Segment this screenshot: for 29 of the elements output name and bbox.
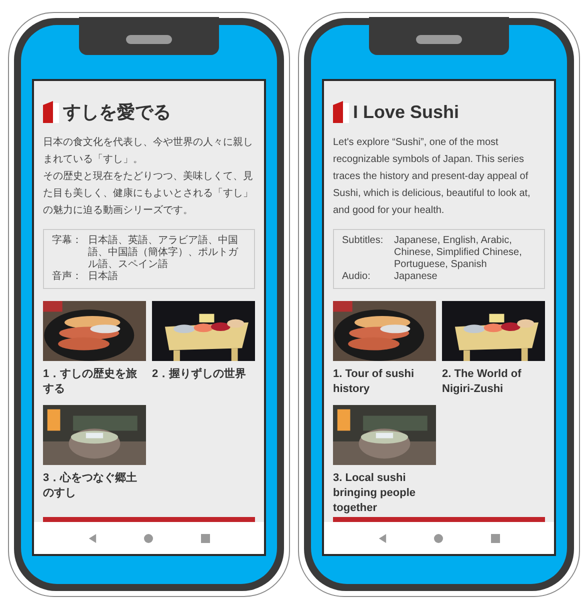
speaker-icon — [416, 34, 462, 44]
video-link[interactable]: 3．心をつなぐ郷土のすし — [43, 470, 146, 500]
speaker-icon — [126, 34, 172, 44]
recents-icon[interactable] — [491, 534, 500, 542]
video-link[interactable]: 2．握りずしの世界 — [152, 366, 255, 382]
book-icon — [333, 101, 349, 124]
back-icon[interactable] — [88, 534, 97, 542]
info-label: Audio: — [342, 270, 372, 282]
back-icon[interactable] — [378, 534, 387, 542]
description: その歴史と現在をたどりつつ、美味しくて、見た目も美しく、健康にもよいとされる「すし」の魅力に迫る動画シリーズです。 — [43, 170, 254, 218]
info-value: 日本語 — [88, 270, 118, 282]
page-title: I Love Sushi — [353, 101, 460, 124]
book-icon — [43, 101, 59, 124]
page-title: すしを愛でる — [63, 101, 171, 124]
video-link[interactable]: 3. Local sushi bringing people together — [333, 470, 436, 516]
recents-icon[interactable] — [201, 534, 210, 542]
video-link[interactable]: 1．すしの歴史を旅する — [43, 366, 146, 396]
info-label: 字幕： — [52, 234, 83, 248]
info-label: 音声： — [52, 270, 83, 282]
info-value: 日本語、英語、アラビア語、中国語、中国語（簡体字）、ポルトガル語、スペイン語 — [88, 234, 240, 270]
home-icon[interactable] — [434, 534, 444, 542]
info-value: Japanese, English, Arabic, Chinese, Simplified Chinese, Portuguese, Spanish — [394, 234, 523, 270]
info-value: Japanese — [394, 270, 438, 282]
description: Let's explore “Sushi”, one of the most recognizable symbols of Japan. This series traces the history and present-day appeal of Sushi, which is delicious, beautiful to look at, and good for your health. — [333, 136, 532, 218]
video-link[interactable]: 2. The World of Nigiri-Zushi — [442, 366, 545, 396]
home-icon[interactable] — [144, 534, 154, 542]
description: 日本の食文化を代表し、今や世界の人々に親しまれている「すし」。 — [43, 136, 254, 166]
video-link[interactable]: 1. Tour of sushi history — [333, 366, 436, 396]
info-label: Subtitles: — [342, 234, 384, 248]
